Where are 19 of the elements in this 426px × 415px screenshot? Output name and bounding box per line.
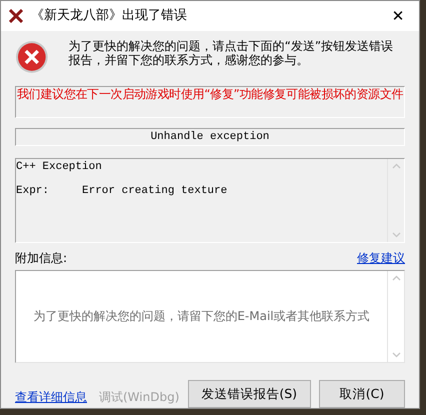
field-label: 附加信息: <box>15 250 68 268</box>
scroll-down-icon[interactable] <box>392 232 400 238</box>
error-icon <box>15 40 49 74</box>
exception-value: Error creating texture <box>82 184 228 197</box>
exception-label: Expr: <box>16 184 50 197</box>
repair-suggestion-link[interactable]: 修复建议 <box>357 249 405 268</box>
exception-label: C++ Exception <box>16 160 102 173</box>
warning-text: 我们建议您在下一次启动游戏时使用“修复”功能修复可能被损坏的资源文件 <box>17 87 403 101</box>
exception-title: Unhandle exception <box>150 130 270 145</box>
cancel-button[interactable]: 取消(C) <box>318 380 405 408</box>
window-title: 《新天龙八部》出现了错误 <box>31 7 187 26</box>
error-message: 为了更快的解决您的问题，请点击下面的“发送”按钮发送错误报告，并留下您的联系方式，感谢您的参与。 <box>68 39 394 67</box>
scroll-up-icon[interactable] <box>392 162 400 169</box>
send-report-button[interactable]: 发送错误报告(S) <box>188 380 311 408</box>
close-button[interactable]: ✕ <box>377 1 419 31</box>
view-details-link[interactable]: 查看详细信息 <box>15 388 87 406</box>
scroll-down-icon[interactable] <box>392 352 400 358</box>
scroll-up-icon[interactable] <box>392 275 400 282</box>
app-logo-icon <box>9 9 23 23</box>
